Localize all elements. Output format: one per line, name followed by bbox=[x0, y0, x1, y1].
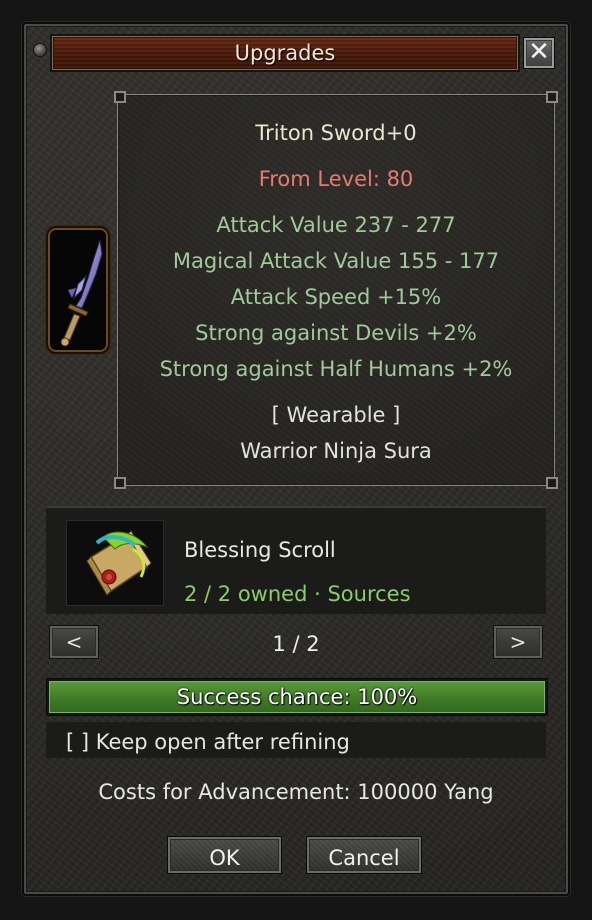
next-page-button[interactable]: > bbox=[493, 625, 543, 659]
ok-button[interactable]: OK bbox=[167, 836, 282, 874]
item-attribute: Attack Value 237 - 277 bbox=[216, 213, 456, 237]
sources-link[interactable]: Sources bbox=[327, 582, 410, 606]
corner-ornament bbox=[114, 477, 126, 489]
corner-ornament bbox=[546, 477, 558, 489]
material-slot[interactable] bbox=[66, 520, 164, 606]
material-owned: 2 / 2 owned · Sources bbox=[184, 582, 411, 606]
corner-ornament bbox=[114, 91, 126, 103]
title-knob-icon bbox=[34, 44, 46, 56]
blessing-scroll-icon bbox=[86, 530, 152, 596]
item-attribute: Magical Attack Value 155 - 177 bbox=[172, 249, 500, 273]
cancel-button[interactable]: Cancel bbox=[306, 836, 422, 874]
material-owned-count: 2 / 2 owned bbox=[184, 582, 308, 606]
item-tooltip: Triton Sword+0 From Level: 80 Attack Val… bbox=[114, 91, 558, 489]
keep-open-checkbox[interactable]: [ ] Keep open after refining bbox=[46, 722, 546, 758]
level-requirement: From Level: 80 bbox=[258, 167, 414, 191]
class-list: Warrior Ninja Sura bbox=[240, 439, 432, 463]
success-chance-bar: Success chance: 100% bbox=[46, 678, 548, 716]
material-name: Blessing Scroll bbox=[184, 538, 336, 562]
sword-icon bbox=[60, 239, 103, 347]
separator-dot: · bbox=[314, 582, 321, 606]
window-title[interactable]: Upgrades bbox=[50, 34, 520, 72]
wearable-label: [ Wearable ] bbox=[271, 403, 401, 427]
material-panel: Blessing Scroll 2 / 2 owned · Sources bbox=[46, 506, 546, 614]
close-button[interactable]: ✕ bbox=[523, 37, 555, 69]
item-name: Triton Sword+0 bbox=[255, 121, 417, 145]
advancement-cost: Costs for Advancement: 100000 Yang bbox=[98, 780, 494, 804]
success-chance-label: Success chance: 100% bbox=[176, 685, 418, 709]
item-attribute: Strong against Half Humans +2% bbox=[159, 357, 513, 381]
item-slot[interactable] bbox=[46, 226, 110, 354]
corner-ornament bbox=[546, 91, 558, 103]
item-attribute: Strong against Devils +2% bbox=[195, 321, 477, 345]
item-attribute: Attack Speed +15% bbox=[230, 285, 442, 309]
